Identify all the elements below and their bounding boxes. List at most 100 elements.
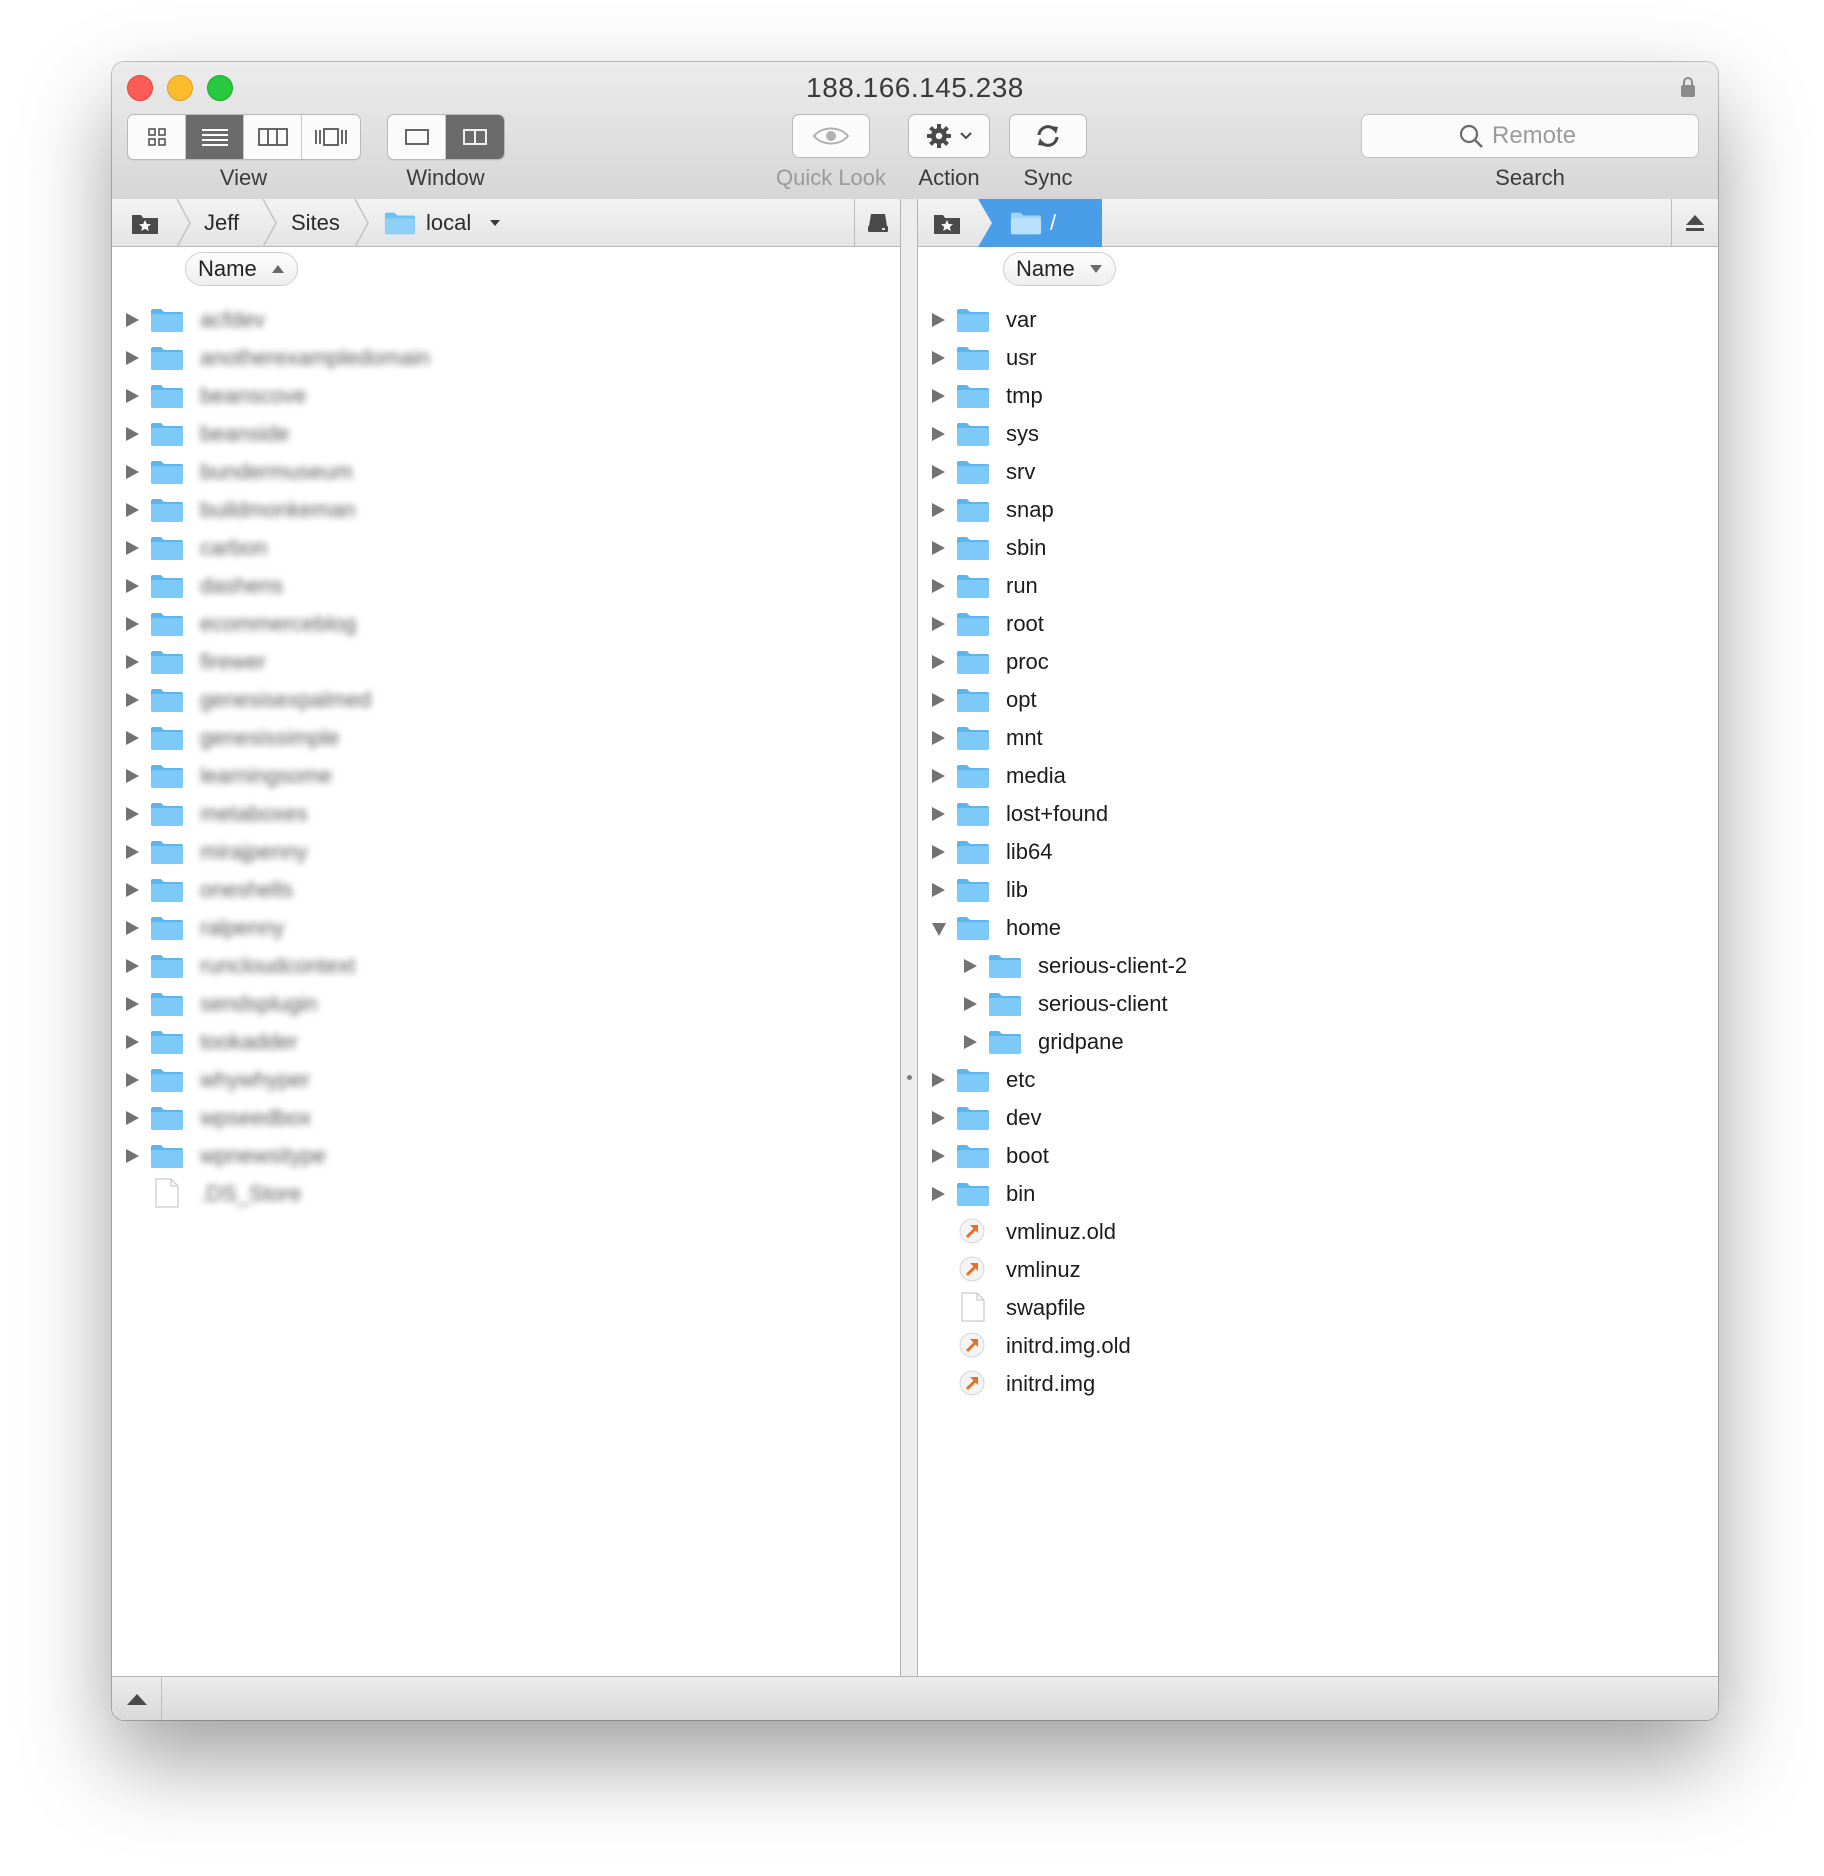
list-item[interactable]: tmp [918, 377, 1718, 415]
list-item[interactable]: oneshells [112, 871, 900, 909]
list-item[interactable]: bin [918, 1175, 1718, 1213]
view-icons-button[interactable] [128, 115, 186, 159]
favorites-button-remote[interactable] [932, 199, 962, 247]
disclosure-icon[interactable] [932, 351, 945, 365]
list-item[interactable]: carbon [112, 529, 900, 567]
single-pane-button[interactable] [388, 115, 446, 159]
disclosure-icon[interactable] [932, 845, 945, 859]
list-item[interactable]: lib [918, 871, 1718, 909]
breadcrumb-sites[interactable]: Sites [291, 199, 340, 247]
list-item[interactable]: run [918, 567, 1718, 605]
disclosure-icon[interactable] [126, 731, 139, 745]
disclosure-icon[interactable] [932, 465, 945, 479]
list-item[interactable]: lost+found [918, 795, 1718, 833]
disconnect-button[interactable] [1671, 199, 1718, 247]
disclosure-icon[interactable] [126, 503, 139, 517]
disclosure-icon[interactable] [932, 655, 945, 669]
disclosure-icon[interactable] [932, 807, 945, 821]
list-item[interactable]: usr [918, 339, 1718, 377]
disclosure-icon[interactable] [126, 807, 139, 821]
disclosure-icon[interactable] [932, 1111, 945, 1125]
disclosure-icon[interactable] [126, 1035, 139, 1049]
list-item[interactable]: var [918, 301, 1718, 339]
list-item[interactable]: boot [918, 1137, 1718, 1175]
disclosure-icon[interactable] [126, 655, 139, 669]
favorites-button[interactable] [130, 199, 160, 247]
list-item[interactable]: .DS_Store [112, 1175, 900, 1213]
disclosure-icon[interactable] [126, 389, 139, 403]
list-item[interactable]: initrd.img [918, 1365, 1718, 1403]
list-item[interactable]: anotherexampledomain [112, 339, 900, 377]
disclosure-icon[interactable] [126, 617, 139, 631]
path-root[interactable]: / [1010, 199, 1056, 247]
dual-pane-button[interactable] [446, 115, 504, 159]
list-item[interactable]: tookadder [112, 1023, 900, 1061]
list-item[interactable]: srv [918, 453, 1718, 491]
breadcrumb-jeff[interactable]: Jeff [204, 199, 239, 247]
list-item[interactable]: snap [918, 491, 1718, 529]
list-item[interactable]: acfdev [112, 301, 900, 339]
show-transfers-button[interactable] [112, 1677, 162, 1720]
list-item[interactable]: serious-client-2 [918, 947, 1718, 985]
breadcrumb-local[interactable]: local [384, 199, 501, 247]
list-item[interactable]: swapfile [918, 1289, 1718, 1327]
disclosure-icon[interactable] [126, 427, 139, 441]
disclosure-icon[interactable] [126, 351, 139, 365]
view-coverflow-button[interactable] [302, 115, 360, 159]
list-item[interactable]: buildmonkeman [112, 491, 900, 529]
list-item[interactable]: home [918, 909, 1718, 947]
search-input[interactable] [1492, 122, 1602, 150]
list-item[interactable]: firewer [112, 643, 900, 681]
view-list-button[interactable] [186, 115, 244, 159]
disclosure-icon[interactable] [932, 389, 945, 403]
list-item[interactable]: mirajpenny [112, 833, 900, 871]
list-item[interactable]: initrd.img.old [918, 1327, 1718, 1365]
disclosure-icon[interactable] [964, 959, 977, 973]
name-column-header-local[interactable]: Name [185, 252, 298, 286]
pane-splitter[interactable] [900, 199, 918, 1677]
list-item[interactable]: gridpane [918, 1023, 1718, 1061]
disclosure-icon[interactable] [964, 1035, 977, 1049]
list-item[interactable]: dashens [112, 567, 900, 605]
disclosure-icon[interactable] [126, 845, 139, 859]
disclosure-icon[interactable] [932, 769, 945, 783]
disclosure-icon[interactable] [126, 465, 139, 479]
sync-button[interactable] [1009, 114, 1087, 158]
list-item[interactable]: wpnewsitype [112, 1137, 900, 1175]
disclosure-icon[interactable] [932, 313, 945, 327]
list-item[interactable]: sys [918, 415, 1718, 453]
disclosure-icon[interactable] [932, 427, 945, 441]
list-item[interactable]: vmlinuz [918, 1251, 1718, 1289]
disclosure-icon[interactable] [126, 769, 139, 783]
list-item[interactable]: sendsplugin [112, 985, 900, 1023]
disclosure-icon[interactable] [932, 579, 945, 593]
disclosure-icon[interactable] [932, 1187, 945, 1201]
list-item[interactable]: beanscove [112, 377, 900, 415]
disclosure-icon[interactable] [964, 997, 977, 1011]
disclosure-icon[interactable] [126, 541, 139, 555]
remote-file-list[interactable]: Name var usr tmp sys srv snap sbin run root proc o… [918, 248, 1718, 1677]
quick-look-button[interactable] [792, 114, 870, 158]
disclosure-icon[interactable] [932, 731, 945, 745]
disclosure-icon[interactable] [126, 959, 139, 973]
disclosure-icon[interactable] [932, 617, 945, 631]
view-columns-button[interactable] [244, 115, 302, 159]
disclosure-icon[interactable] [932, 1073, 945, 1087]
list-item[interactable]: lib64 [918, 833, 1718, 871]
list-item[interactable]: metaboxes [112, 795, 900, 833]
disclosure-icon[interactable] [126, 313, 139, 327]
disclosure-icon[interactable] [126, 921, 139, 935]
list-item[interactable]: genesissimple [112, 719, 900, 757]
disclosure-icon[interactable] [126, 693, 139, 707]
list-item[interactable]: vmlinuz.old [918, 1213, 1718, 1251]
list-item[interactable]: bundermuseum [112, 453, 900, 491]
list-item[interactable]: runcloudcontext [112, 947, 900, 985]
list-item[interactable]: root [918, 605, 1718, 643]
disclosure-icon[interactable] [126, 883, 139, 897]
disclosure-icon[interactable] [126, 1073, 139, 1087]
list-item[interactable]: wpseedbox [112, 1099, 900, 1137]
remote-search-field[interactable] [1361, 114, 1699, 158]
list-item[interactable]: opt [918, 681, 1718, 719]
list-item[interactable]: proc [918, 643, 1718, 681]
disclosure-icon[interactable] [126, 997, 139, 1011]
